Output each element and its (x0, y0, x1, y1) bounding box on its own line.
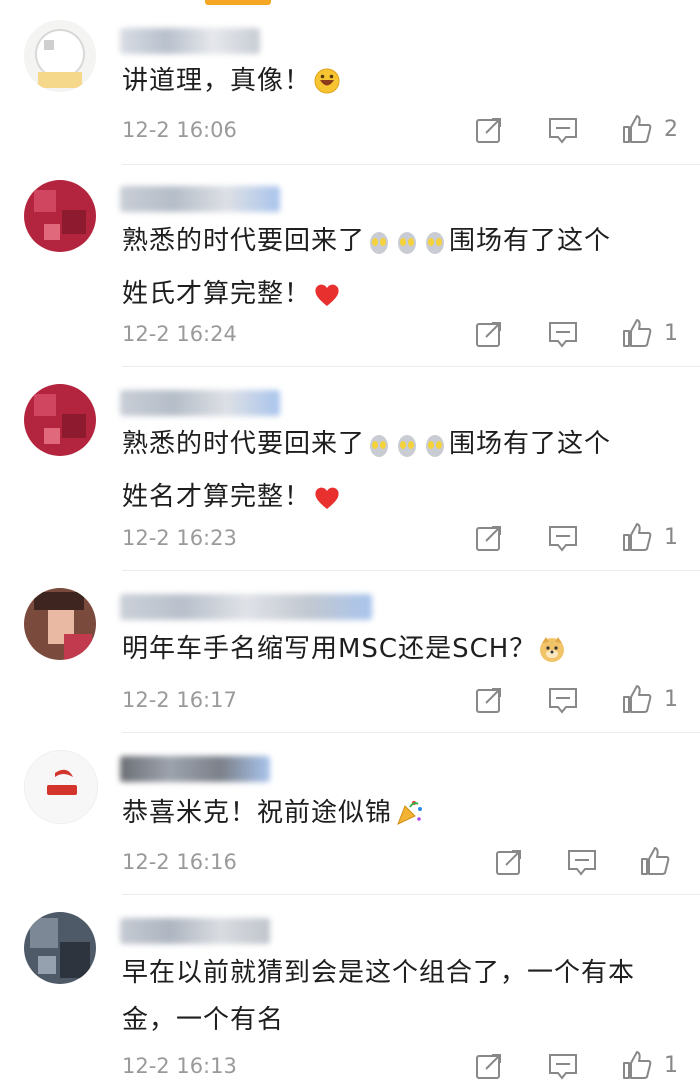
ultraman-emoji-icon (395, 224, 419, 271)
comment-text: 明年车手名缩写用MSC还是SCH？ (122, 626, 660, 679)
like-icon[interactable] (622, 114, 652, 144)
avatar[interactable] (24, 750, 98, 824)
avatar[interactable] (24, 588, 96, 660)
like-count: 2 (664, 117, 678, 142)
comment-time: 12-2 16:16 (122, 850, 237, 874)
comment-time: 12-2 16:13 (122, 1054, 237, 1078)
heart-emoji-icon (313, 480, 341, 527)
comment-icon[interactable] (567, 847, 597, 877)
avatar[interactable] (24, 180, 96, 252)
avatar-image (24, 180, 96, 252)
ultraman-emoji-icon (423, 427, 447, 474)
like-icon[interactable] (622, 684, 652, 714)
comment-time: 12-2 16:24 (122, 322, 237, 346)
like-icon[interactable] (622, 318, 652, 348)
comment-time: 12-2 16:06 (122, 118, 237, 142)
share-icon[interactable] (474, 115, 504, 145)
like-count: 1 (664, 687, 678, 712)
ultraman-emoji-icon (367, 224, 391, 271)
avatar-image (24, 20, 96, 92)
comment-icon[interactable] (548, 319, 578, 349)
username-blurred[interactable] (120, 28, 260, 54)
divider (122, 570, 700, 571)
share-icon[interactable] (494, 847, 524, 877)
share-icon[interactable] (474, 1051, 504, 1081)
divider (122, 894, 700, 895)
divider (122, 366, 700, 367)
avatar[interactable] (24, 20, 96, 92)
active-tab-indicator (205, 0, 271, 5)
ultraman-emoji-icon (367, 427, 391, 474)
avatar[interactable] (24, 384, 96, 456)
like-count: 1 (664, 525, 678, 550)
comment-icon[interactable] (548, 685, 578, 715)
avatar-image (24, 384, 96, 456)
username-blurred[interactable] (120, 756, 270, 782)
like-icon[interactable] (622, 1050, 652, 1080)
ultraman-emoji-icon (395, 427, 419, 474)
avatar[interactable] (24, 912, 96, 984)
share-icon[interactable] (474, 685, 504, 715)
party-popper-emoji-icon (394, 796, 424, 843)
username-blurred[interactable] (120, 594, 372, 620)
comment-text: 熟悉的时代要回来了 围场有了这个 姓氏才算完整！ (122, 218, 660, 324)
like-count: 1 (664, 1053, 678, 1078)
comment-icon[interactable] (548, 1051, 578, 1081)
like-icon[interactable] (622, 522, 652, 552)
share-icon[interactable] (474, 319, 504, 349)
grin-emoji-icon (313, 64, 341, 111)
comment-text: 熟悉的时代要回来了 围场有了这个 姓名才算完整！ (122, 421, 660, 527)
username-blurred[interactable] (120, 918, 270, 944)
divider (122, 732, 700, 733)
username-blurred[interactable] (120, 186, 280, 212)
avatar-image (24, 588, 96, 660)
doge-emoji-icon (538, 632, 566, 679)
avatar-image (24, 912, 96, 984)
share-icon[interactable] (474, 523, 504, 553)
like-count: 1 (664, 321, 678, 346)
comment-text: 讲道理，真像！ (122, 58, 660, 111)
comment-time: 12-2 16:17 (122, 688, 237, 712)
ultraman-emoji-icon (423, 224, 447, 271)
comment-text: 恭喜米克！祝前途似锦 (122, 790, 660, 843)
comment-icon[interactable] (548, 523, 578, 553)
comment-icon[interactable] (548, 115, 578, 145)
comment-time: 12-2 16:23 (122, 526, 237, 550)
divider (122, 164, 700, 165)
username-blurred[interactable] (120, 390, 280, 416)
avatar-image (25, 751, 97, 823)
like-icon[interactable] (640, 846, 670, 876)
comment-text: 早在以前就猜到会是这个组合了，一个有本 金，一个有名 (122, 958, 636, 1035)
heart-emoji-icon (313, 277, 341, 324)
